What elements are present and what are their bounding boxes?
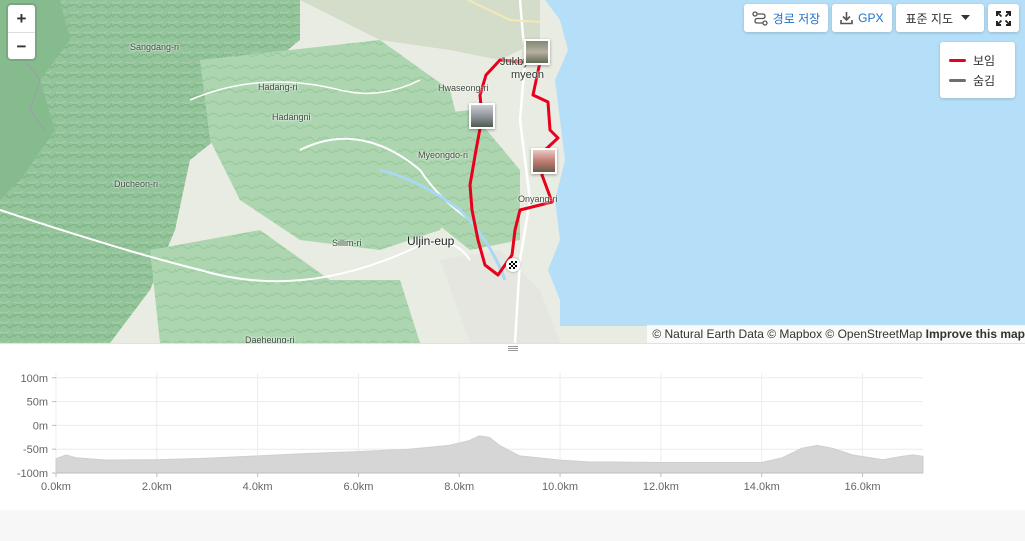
x-tick-label: 4.0km (243, 481, 273, 493)
x-tick-label: 6.0km (343, 481, 373, 493)
place-label: Sillim-ri (332, 238, 362, 248)
x-tick-label: 14.0km (744, 481, 780, 493)
save-route-button[interactable]: 경로 저장 (743, 4, 829, 32)
map-style-label: 표준 지도 (905, 11, 954, 26)
caret-down-icon (961, 15, 970, 20)
legend-swatch (949, 58, 966, 62)
place-label: Daeheung-ri (245, 335, 295, 343)
legend-item-hidden[interactable]: 숨김 (949, 70, 1006, 90)
attribution-text[interactable]: © Natural Earth Data © Mapbox © OpenStre… (652, 327, 925, 341)
route-icon (752, 10, 768, 26)
gpx-download-button[interactable]: GPX (832, 4, 892, 32)
fullscreen-icon (996, 10, 1011, 26)
zoom-out-button[interactable]: − (8, 32, 35, 59)
route-page: Sangdang-ri Hadang-ri Hadangni Ducheon-r… (0, 0, 1025, 541)
y-tick-label: 50m (27, 397, 48, 409)
elevation-profile[interactable]: 0.0km 2.0km 4.0km 6.0km 8.0km 10.0km 12.0km 14.… (0, 352, 1025, 510)
x-tick-label: 16.0km (844, 481, 880, 493)
x-tick-label: 10.0km (542, 481, 578, 493)
y-tick-label: -100m (17, 468, 48, 480)
map-style-dropdown[interactable]: 표준 지도 (895, 4, 984, 32)
elevation-chart: 0.0km 2.0km 4.0km 6.0km 8.0km 10.0km 12.0km 14.… (17, 373, 924, 493)
legend-swatch (949, 78, 966, 82)
panel-divider[interactable] (0, 343, 1025, 352)
fullscreen-button[interactable] (988, 4, 1019, 32)
y-tick-label: 100m (20, 373, 48, 385)
y-tick-label: -50m (23, 444, 48, 456)
place-label: Onyang-ri (518, 194, 558, 204)
route-photo-marker[interactable] (531, 148, 557, 174)
elevation-area (55, 435, 924, 474)
map-attribution: © Natural Earth Data © Mapbox © OpenStre… (647, 325, 1025, 343)
place-label: Hadangni (272, 112, 311, 122)
download-icon (840, 12, 853, 25)
page-footer (0, 510, 1025, 541)
route-legend: 보임 숨김 (940, 42, 1015, 98)
x-tick-label: 8.0km (444, 481, 474, 493)
place-label: Hwaseong-ri (438, 83, 489, 93)
x-tick-label: 0.0km (41, 481, 71, 493)
legend-label: 보임 (973, 53, 996, 68)
zoom-control: + − (8, 5, 35, 59)
y-tick-label: 0m (33, 420, 48, 432)
place-label: Ducheon-ri (114, 179, 159, 189)
place-label: Sangdang-ri (130, 42, 180, 52)
save-route-label: 경로 저장 (772, 11, 821, 26)
x-tick-label: 2.0km (142, 481, 172, 493)
route-photo-marker[interactable] (524, 39, 550, 65)
map-toolbar: 경로 저장 GPX 표준 지도 (743, 4, 1019, 32)
place-label: myeon (511, 69, 545, 81)
finish-flag-icon[interactable] (506, 258, 520, 272)
legend-label: 숨김 (973, 73, 996, 88)
route-map[interactable]: Sangdang-ri Hadang-ri Hadangni Ducheon-r… (0, 0, 1025, 343)
checkered-flag-icon (509, 261, 517, 269)
x-tick-label: 12.0km (643, 481, 679, 493)
legend-item-visible[interactable]: 보임 (949, 50, 1006, 70)
place-label: Myeongdo-ri (418, 150, 469, 160)
place-label: Hadang-ri (258, 82, 298, 92)
gpx-label: GPX (858, 11, 884, 25)
place-label: Uljin-eup (407, 234, 455, 248)
improve-map-link[interactable]: Improve this map (926, 327, 1025, 341)
zoom-in-button[interactable]: + (8, 5, 35, 32)
route-photo-marker[interactable] (469, 103, 495, 129)
